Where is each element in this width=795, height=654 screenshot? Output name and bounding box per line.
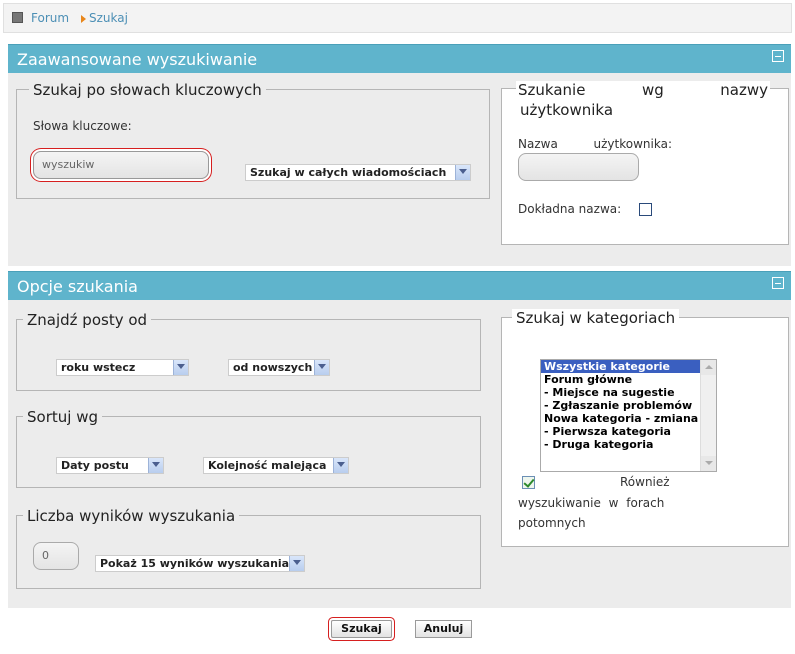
- period-value: roku wstecz: [61, 361, 136, 374]
- home-icon[interactable]: [12, 12, 23, 23]
- subforums-checkbox[interactable]: [522, 476, 535, 489]
- order-select[interactable]: od nowszych: [228, 359, 330, 376]
- cancel-button[interactable]: Anuluj: [415, 620, 472, 638]
- keywords-legend: Szukaj po słowach kluczowych: [29, 81, 266, 99]
- sort-by-value: Daty postu: [61, 459, 129, 472]
- exact-name-checkbox[interactable]: [639, 203, 652, 216]
- category-option[interactable]: Nowa kategoria - zmiana: [541, 412, 716, 425]
- subforums-label-line2: wyszukiwanie w forach: [518, 496, 665, 510]
- chevron-down-icon: [173, 360, 188, 375]
- category-option[interactable]: Wszystkie kategorie: [541, 360, 716, 373]
- keywords-fieldset: Szukaj po słowach kluczowych Słowa klucz…: [16, 81, 490, 199]
- username-legend-line1: Szukanie wg nazwy: [516, 81, 770, 99]
- exact-name-label: Dokładna nazwa:: [518, 202, 622, 216]
- username-fieldset: Szukanie wg nazwy użytkownika Nazwa użyt…: [501, 81, 789, 245]
- username-label-word: Nazwa: [518, 137, 558, 151]
- find-posts-fieldset: Znajdź posty od roku wstecz od nowszych: [16, 311, 481, 391]
- sort-by-select[interactable]: Daty postu: [56, 457, 164, 474]
- advanced-search-header: Zaawansowane wyszukiwanie: [8, 44, 791, 73]
- collapse-icon[interactable]: [772, 50, 784, 62]
- results-count-fieldset: Liczba wyników wyszukania 0 Pokaż 15 wyn…: [16, 507, 481, 589]
- scroll-up-icon[interactable]: [701, 360, 716, 375]
- listbox-scrollbar[interactable]: [700, 360, 716, 471]
- search-button[interactable]: Szukaj: [331, 620, 392, 638]
- scroll-down-icon[interactable]: [701, 456, 716, 471]
- username-label-word: użytkownika:: [593, 137, 672, 151]
- collapse-icon[interactable]: [772, 277, 784, 289]
- breadcrumb-forum-link[interactable]: Forum: [31, 11, 69, 25]
- chevron-down-icon: [289, 556, 304, 571]
- results-per-page-select[interactable]: Pokaż 15 wyników wyszukania: [95, 555, 305, 572]
- subforums-label-word: Również: [620, 475, 670, 489]
- keywords-scope-select[interactable]: Szukaj w całych wiadomościach: [245, 164, 471, 181]
- sort-direction-value: Kolejność malejąca: [208, 459, 327, 472]
- breadcrumb-current: Szukaj: [89, 11, 128, 25]
- advanced-search-title: Zaawansowane wyszukiwanie: [17, 50, 258, 69]
- advanced-search-panel: Zaawansowane wyszukiwanie Szukaj po słow…: [8, 44, 791, 266]
- chevron-down-icon: [333, 458, 348, 473]
- username-input[interactable]: [518, 153, 639, 181]
- sort-fieldset: Sortuj wg Daty postu Kolejność malejąca: [16, 408, 481, 488]
- period-select[interactable]: roku wstecz: [56, 359, 189, 376]
- results-per-page-value: Pokaż 15 wyników wyszukania: [100, 557, 290, 570]
- chevron-down-icon: [314, 360, 329, 375]
- sort-legend: Sortuj wg: [23, 408, 102, 426]
- results-count-legend: Liczba wyników wyszukania: [23, 507, 240, 525]
- category-option[interactable]: Forum główne: [541, 373, 716, 386]
- keywords-label: Słowa kluczowe:: [33, 119, 132, 133]
- categories-legend: Szukaj w kategoriach: [512, 309, 680, 327]
- breadcrumb-arrow-icon: [81, 15, 86, 23]
- username-legend-word: nazwy: [720, 81, 768, 99]
- category-option[interactable]: - Pierwsza kategoria: [541, 425, 716, 438]
- find-posts-legend: Znajdź posty od: [23, 311, 152, 329]
- categories-listbox[interactable]: Wszystkie kategorie Forum główne - Miejs…: [540, 359, 717, 472]
- categories-fieldset: Szukaj w kategoriach Wszystkie kategorie…: [501, 309, 789, 547]
- subforums-label-line3: potomnych: [518, 516, 586, 530]
- keywords-scope-value: Szukaj w całych wiadomościach: [250, 166, 447, 179]
- username-label: Nazwa użytkownika:: [518, 137, 672, 151]
- breadcrumb: Forum Szukaj: [3, 3, 792, 33]
- keywords-input[interactable]: wyszukiw: [33, 151, 209, 179]
- search-options-title: Opcje szukania: [17, 277, 138, 296]
- username-legend-word: wg: [641, 81, 664, 99]
- username-legend-line2: użytkownika: [518, 101, 616, 119]
- results-count-input[interactable]: 0: [33, 542, 79, 570]
- search-options-panel: Opcje szukania Znajdź posty od roku wste…: [8, 271, 791, 608]
- sort-direction-select[interactable]: Kolejność malejąca: [203, 457, 349, 474]
- category-option[interactable]: - Miejsce na sugestie: [541, 386, 716, 399]
- category-option[interactable]: - Druga kategoria: [541, 438, 716, 451]
- category-option[interactable]: - Zgłaszanie problemów: [541, 399, 716, 412]
- search-options-header: Opcje szukania: [8, 271, 791, 300]
- chevron-down-icon: [148, 458, 163, 473]
- chevron-down-icon: [455, 165, 470, 180]
- order-value: od nowszych: [233, 361, 313, 374]
- username-legend-word: Szukanie: [518, 81, 586, 99]
